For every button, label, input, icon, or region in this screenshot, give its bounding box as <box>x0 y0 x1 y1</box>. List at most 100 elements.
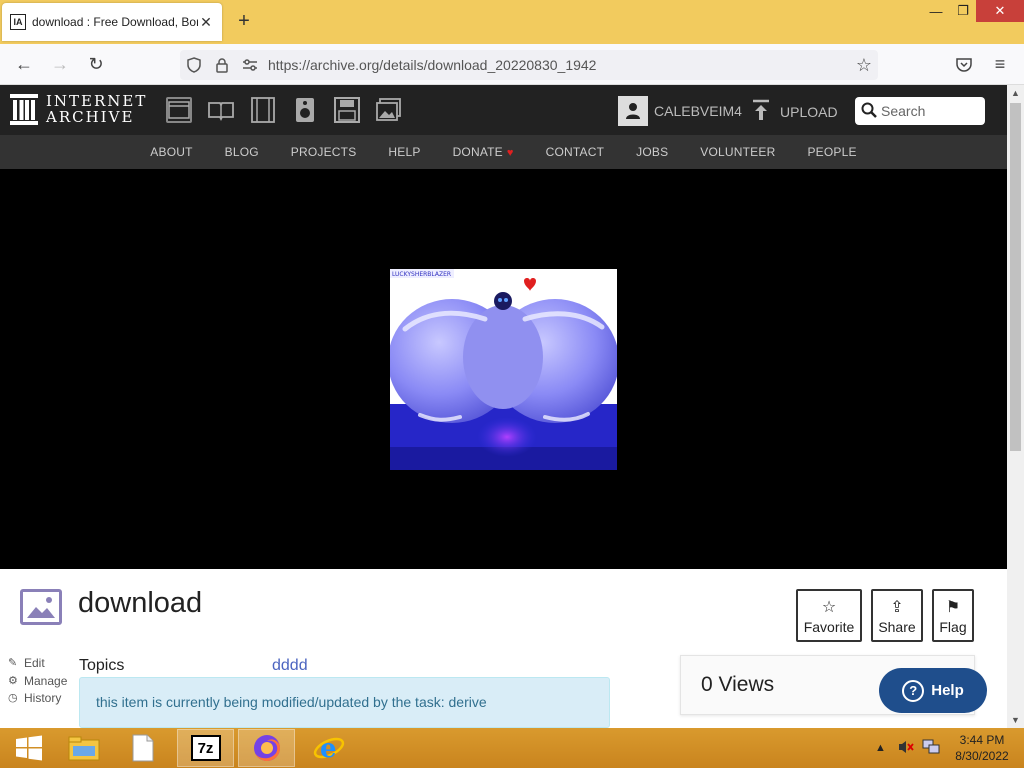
search-placeholder: Search <box>881 103 926 119</box>
menu-people[interactable]: PEOPLE <box>807 145 856 159</box>
browser-tab[interactable]: IA download : Free Download, Bor ✕ <box>2 3 222 41</box>
menu-icon[interactable]: ≡ <box>988 52 1012 76</box>
web-icon[interactable] <box>166 97 192 123</box>
scroll-down-arrow-icon[interactable]: ▼ <box>1007 712 1024 728</box>
new-tab-button[interactable]: + <box>232 10 256 33</box>
logo-line-1: INTERNET <box>46 92 148 110</box>
images-icon[interactable] <box>376 97 402 123</box>
menu-projects[interactable]: PROJECTS <box>291 145 357 159</box>
star-icon: ☆ <box>821 598 837 616</box>
forward-button[interactable]: → <box>48 52 72 76</box>
internet-explorer-icon[interactable]: e <box>300 729 357 767</box>
user-menu[interactable]: CALEBVEIM4 <box>618 96 742 126</box>
7zip-label: 7z <box>190 735 221 761</box>
tab-close-icon[interactable]: ✕ <box>198 14 214 31</box>
tray-overflow-icon[interactable]: ▲ <box>875 742 886 754</box>
heart-icon: ♥ <box>506 147 514 159</box>
window-close-button[interactable]: ✕ <box>976 0 1024 22</box>
edit-label: Edit <box>24 656 45 670</box>
image-type-icon <box>20 589 62 625</box>
window-minimize-button[interactable]: — <box>920 0 952 22</box>
file-explorer-icon[interactable] <box>55 729 112 767</box>
search-input[interactable]: Search <box>855 97 985 125</box>
share-label: Share <box>878 618 916 635</box>
logo-line-2: ARCHIVE <box>46 108 135 126</box>
item-details: download ☆ Favorite ⇪ Share ⚑ Flag ✎ Edit… <box>0 569 1007 728</box>
window-restore-button[interactable]: ❐ <box>950 0 976 22</box>
svg-text:e: e <box>320 734 337 764</box>
flag-icon: ⚑ <box>945 598 961 616</box>
network-icon[interactable] <box>922 739 940 758</box>
topics-label: Topics <box>79 657 125 674</box>
bookmark-star-icon[interactable]: ☆ <box>856 55 872 76</box>
derive-notice: this item is currently being modified/up… <box>79 677 610 728</box>
pocket-icon[interactable] <box>952 52 976 76</box>
preview-watermark: LUCKYSHERBLAZER <box>392 271 451 278</box>
clock-icon: ◷ <box>8 692 18 704</box>
manage-label: Manage <box>24 673 68 688</box>
notepad-icon[interactable] <box>114 729 171 767</box>
browser-tab-bar: IA download : Free Download, Bor ✕ + — ❐… <box>0 0 1024 44</box>
ia-top-nav: INTERNET ARCHIVE CALEBVEIM4 UPLOAD Searc… <box>0 85 1007 135</box>
7zip-icon[interactable]: 7z <box>177 729 234 767</box>
permissions-icon[interactable] <box>236 59 264 71</box>
media-theater: LUCKYSHERBLAZER <box>0 169 1007 569</box>
page-scrollbar[interactable]: ▲ ▼ <box>1007 85 1024 728</box>
gear-icon: ⚙ <box>8 674 18 687</box>
menu-donate[interactable]: DONATE ♥ <box>453 145 514 159</box>
history-label: History <box>24 691 62 705</box>
item-preview-image[interactable]: LUCKYSHERBLAZER <box>390 269 617 470</box>
menu-about[interactable]: ABOUT <box>150 145 192 159</box>
upload-icon <box>752 99 770 124</box>
username: CALEBVEIM4 <box>654 103 742 119</box>
flag-label: Flag <box>939 618 967 635</box>
menu-blog[interactable]: BLOG <box>225 145 259 159</box>
favorite-button[interactable]: ☆ Favorite <box>796 589 862 642</box>
help-label: Help <box>931 682 964 699</box>
question-icon: ? <box>902 679 925 702</box>
windows-taskbar: 7z e ▲ 3:44 PM 8/30/2022 <box>0 728 1024 768</box>
tab-title: download : Free Download, Bor <box>32 15 198 29</box>
menu-volunteer[interactable]: VOLUNTEER <box>700 145 775 159</box>
shield-icon[interactable] <box>180 57 208 73</box>
audio-icon[interactable] <box>292 97 318 123</box>
search-icon <box>861 102 877 121</box>
menu-contact[interactable]: CONTACT <box>546 145 605 159</box>
taskbar-clock[interactable]: 3:44 PM 8/30/2022 <box>944 732 1020 764</box>
media-type-nav <box>166 97 418 123</box>
scroll-up-arrow-icon[interactable]: ▲ <box>1007 85 1024 101</box>
archive-temple-icon <box>10 92 38 126</box>
scrollbar-thumb[interactable] <box>1010 103 1021 451</box>
lock-icon[interactable] <box>208 57 236 73</box>
share-button[interactable]: ⇪ Share <box>871 589 923 642</box>
software-icon[interactable] <box>334 97 360 123</box>
avatar <box>618 96 648 126</box>
back-button[interactable]: ← <box>12 52 36 76</box>
item-admin-links: ✎ Edit ⚙ Manage ◷ History <box>8 655 67 708</box>
url-text: https://archive.org/details/download_202… <box>268 57 597 73</box>
speaker-muted-icon[interactable] <box>898 739 914 758</box>
edit-link[interactable]: ✎ Edit <box>8 655 67 673</box>
topic-link[interactable]: dddd <box>272 657 308 675</box>
internet-archive-logo[interactable]: INTERNET ARCHIVE <box>10 92 147 126</box>
menu-help[interactable]: HELP <box>388 145 420 159</box>
clock-time: 3:44 PM <box>959 733 1005 747</box>
video-icon[interactable] <box>250 97 276 123</box>
manage-link[interactable]: ⚙ Manage <box>8 673 67 691</box>
history-link[interactable]: ◷ History <box>8 690 67 708</box>
reload-button[interactable]: ↻ <box>84 52 108 76</box>
pencil-icon: ✎ <box>8 657 18 669</box>
upload-button[interactable]: UPLOAD <box>752 99 838 124</box>
archive-favicon-icon: IA <box>10 14 26 30</box>
firefox-icon[interactable] <box>238 729 295 767</box>
texts-icon[interactable] <box>208 97 234 123</box>
upload-label: UPLOAD <box>780 103 838 120</box>
address-bar[interactable]: https://archive.org/details/download_202… <box>180 50 878 80</box>
donate-label: DONATE <box>452 145 503 159</box>
browser-toolbar: ← → ↻ https://archive.org/details/downlo… <box>0 44 1024 85</box>
help-button[interactable]: ? Help <box>879 668 987 713</box>
flag-button[interactable]: ⚑ Flag <box>932 589 974 642</box>
start-button[interactable] <box>0 729 57 767</box>
item-title: download <box>78 587 203 619</box>
menu-jobs[interactable]: JOBS <box>636 145 668 159</box>
